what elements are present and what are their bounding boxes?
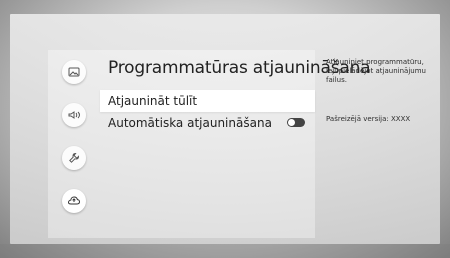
update-now-label: Atjaunināt tūlīt [108, 94, 198, 108]
software-update-cloud-icon[interactable] [62, 189, 86, 213]
toggle-knob [288, 119, 295, 126]
settings-content-panel [100, 50, 315, 238]
left-navigation-rail [48, 50, 100, 238]
bottom-shadow-band [0, 244, 450, 258]
update-now-menu-item[interactable]: Atjaunināt tūlīt [100, 90, 315, 112]
help-description: Atjauniniet programmatūru, lejupielādējo… [326, 58, 426, 84]
sound-icon [68, 111, 80, 119]
picture-icon[interactable] [62, 60, 86, 84]
automatic-update-menu-item[interactable]: Automātiska atjaunināšana [100, 112, 315, 134]
picture-icon [68, 67, 80, 77]
automatic-update-label: Automātiska atjaunināšana [108, 116, 272, 130]
current-version-text: Pašreizējā versija: XXXX [326, 115, 411, 123]
support-wrench-icon [69, 152, 80, 163]
software-update-cloud-icon [67, 196, 81, 205]
support-wrench-icon[interactable] [62, 146, 86, 170]
sound-icon[interactable] [62, 103, 86, 127]
automatic-update-toggle[interactable] [287, 118, 305, 127]
page-title: Programmatūras atjaunināšana [108, 58, 371, 78]
